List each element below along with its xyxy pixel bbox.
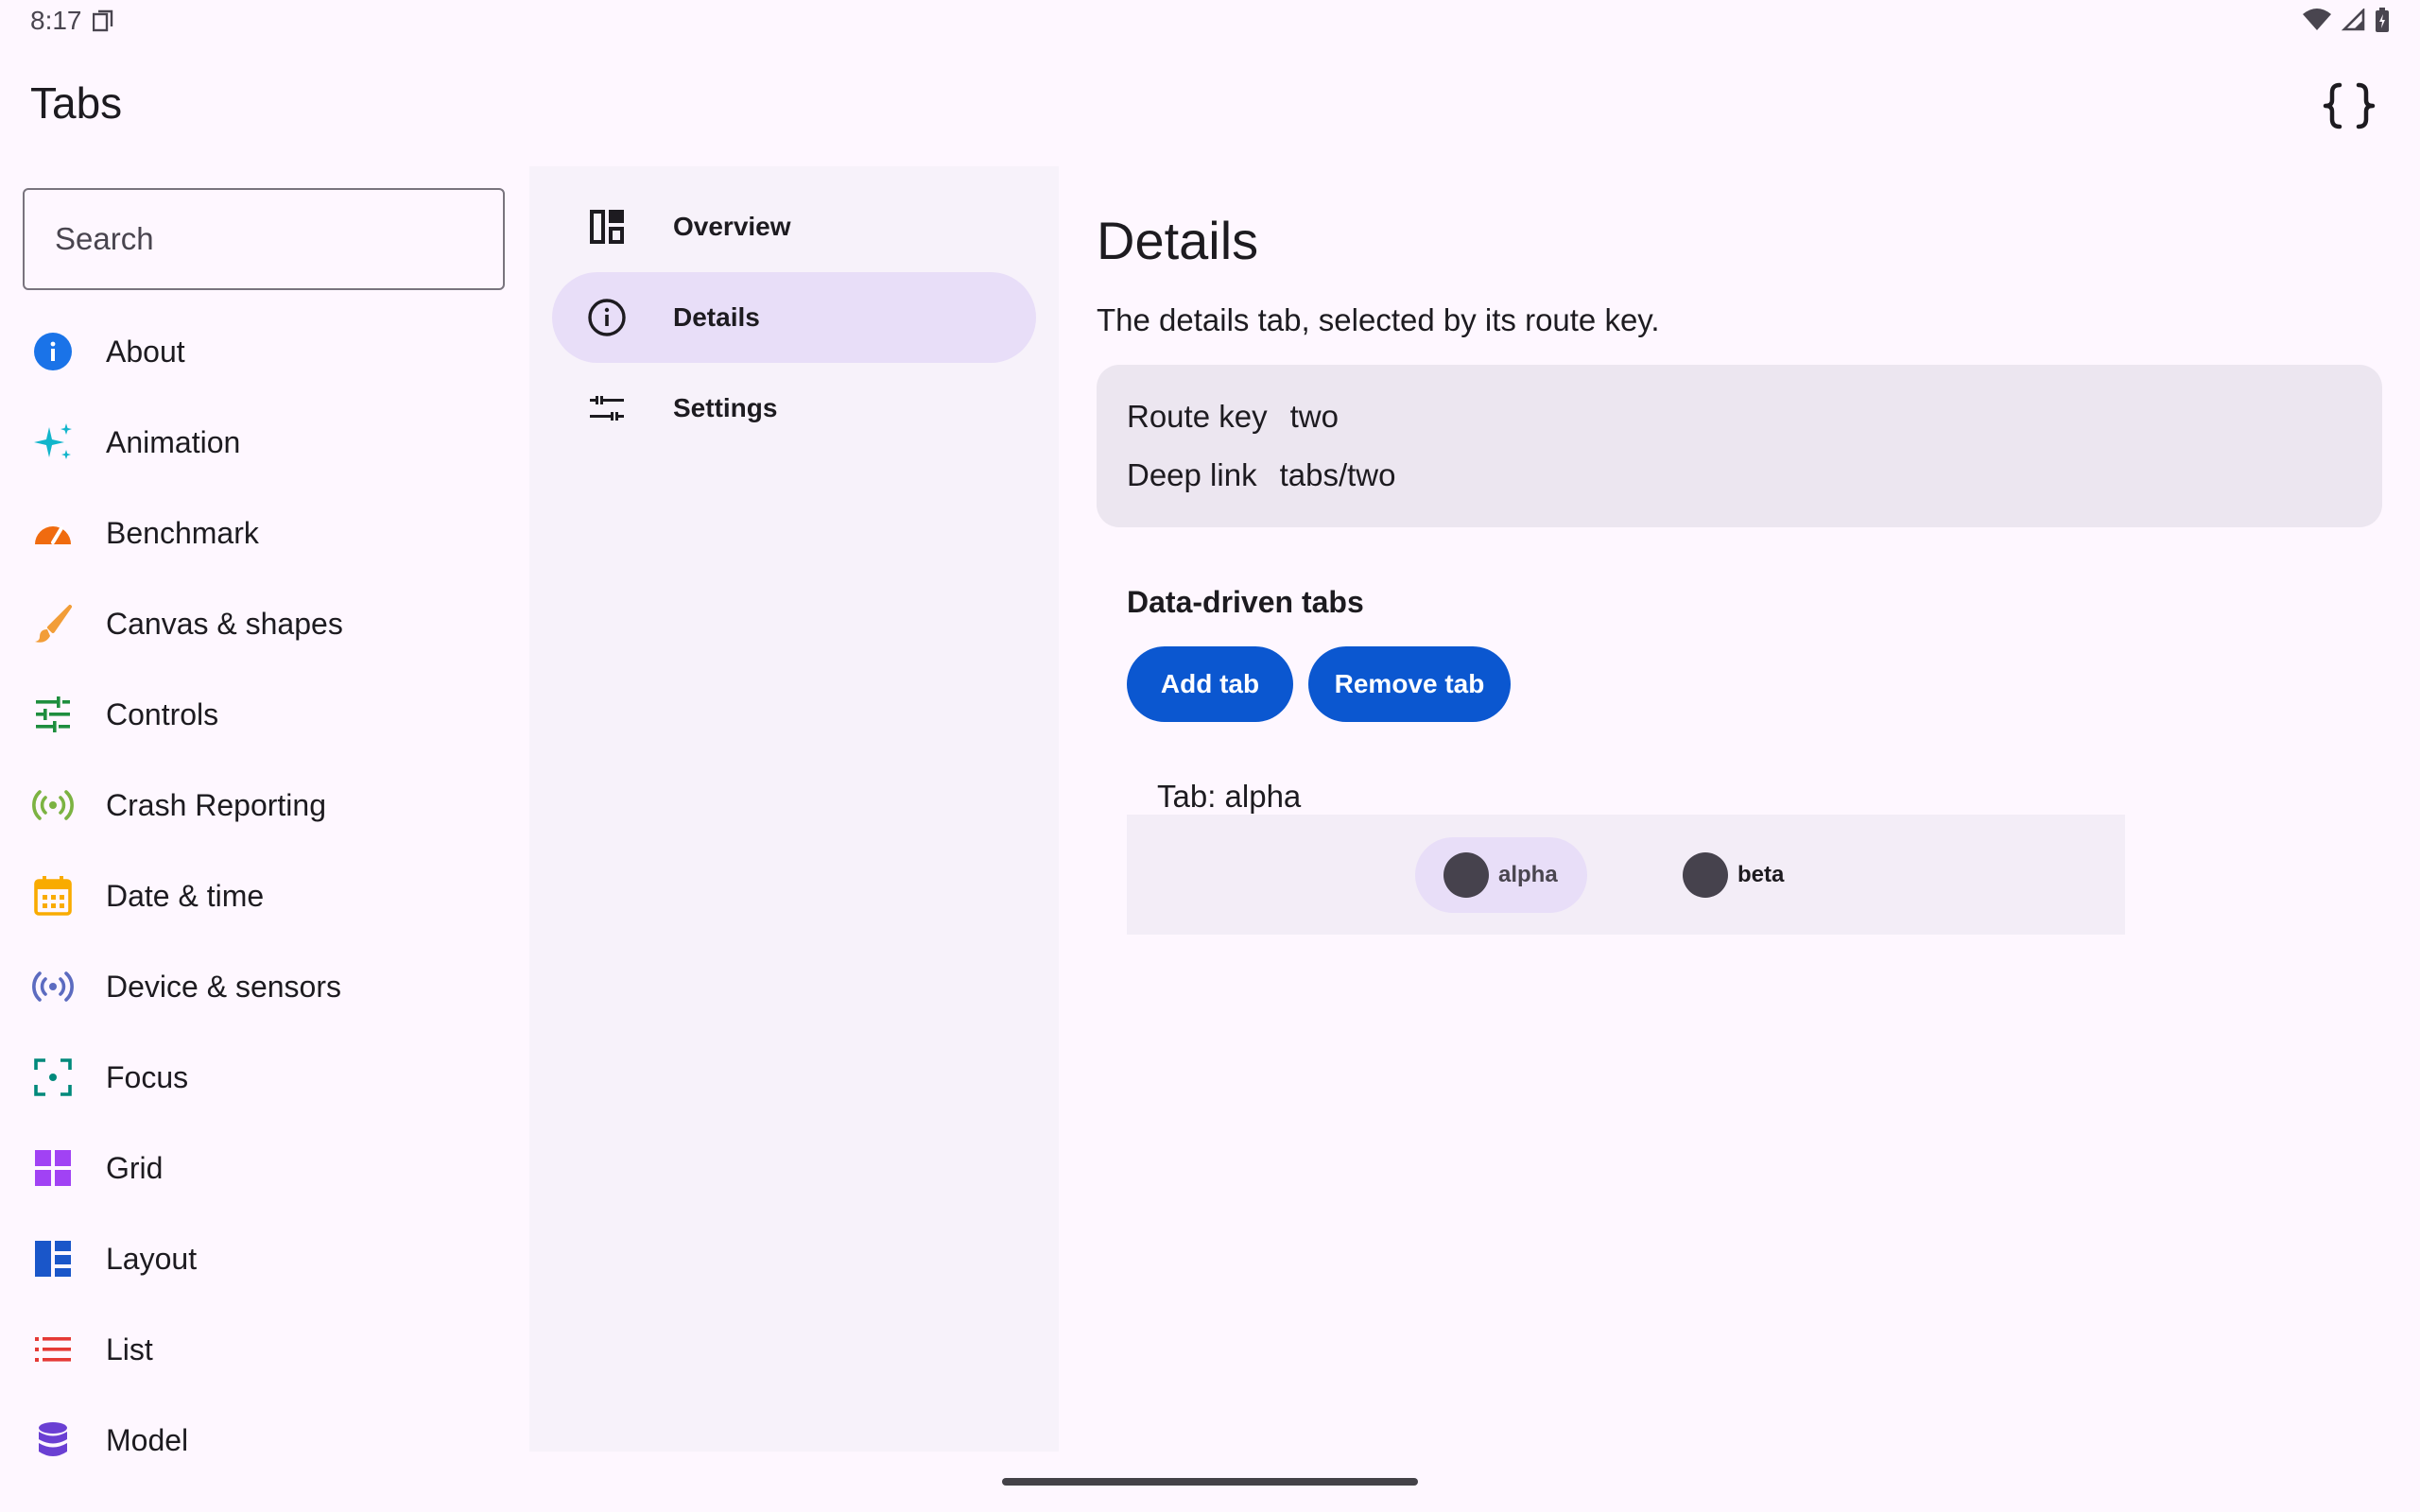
database-icon <box>32 1419 74 1461</box>
dynamic-tab-label: beta <box>1737 862 1785 887</box>
tab-overview[interactable]: Overview <box>552 181 1036 272</box>
code-braces-button[interactable] <box>2321 77 2377 134</box>
nav-item-label: Controls <box>106 696 219 731</box>
status-bar: 8:17 <box>0 0 2420 45</box>
nav-item-label: About <box>106 334 185 369</box>
nav-item-crash-reporting[interactable]: Crash Reporting <box>0 760 529 850</box>
nav-item-benchmark[interactable]: Benchmark <box>0 488 529 578</box>
nav-item-label: Crash Reporting <box>106 787 326 822</box>
nav-item-label: Date & time <box>106 878 265 913</box>
layout-icon <box>32 1238 74 1280</box>
nav-item-canvas-shapes[interactable]: Canvas & shapes <box>0 578 529 669</box>
focus-icon <box>32 1057 74 1098</box>
info-outline-icon <box>586 297 628 338</box>
screenshot-notification-icon <box>93 9 113 32</box>
info-icon <box>32 331 74 372</box>
cellular-signal-icon <box>2341 9 2365 31</box>
settings-sliders-icon <box>586 387 628 429</box>
nav-item-label: Layout <box>106 1241 198 1276</box>
nav-item-label: List <box>106 1332 153 1366</box>
nav-item-device-sensors[interactable]: Device & sensors <box>0 941 529 1032</box>
nav-item-grid[interactable]: Grid <box>0 1123 529 1213</box>
dynamic-tab-label: alpha <box>1498 862 1558 887</box>
nav-item-label: Animation <box>106 424 241 459</box>
route-key-row: Route key two <box>1127 399 1339 435</box>
nav-item-controls[interactable]: Controls <box>0 669 529 760</box>
search-input[interactable] <box>53 220 473 258</box>
tab-avatar-icon <box>1683 852 1728 898</box>
nav-item-list[interactable]: List <box>0 1304 529 1395</box>
nav-item-animation[interactable]: Animation <box>0 397 529 488</box>
status-icons <box>2303 8 2390 32</box>
deep-link-value: tabs/two <box>1279 457 1396 492</box>
code-braces-icon <box>2323 82 2376 129</box>
list-icon <box>32 1329 74 1370</box>
remove-tab-button[interactable]: Remove tab <box>1308 646 1511 722</box>
nav-item-model[interactable]: Model <box>0 1395 529 1486</box>
route-key-value: two <box>1289 399 1339 434</box>
nav-item-focus[interactable]: Focus <box>0 1032 529 1123</box>
route-info-card: Route key two Deep link tabs/two <box>1097 365 2382 527</box>
sensors-icon <box>32 966 74 1007</box>
home-indicator[interactable] <box>1002 1478 1418 1486</box>
deep-link-row: Deep link tabs/two <box>1127 457 1395 493</box>
brush-icon <box>32 603 74 644</box>
tab-avatar-icon <box>1443 852 1489 898</box>
nav-item-about[interactable]: About <box>0 306 529 397</box>
current-tab-caption: Tab: alpha <box>1157 779 1302 814</box>
nav-item-label: Canvas & shapes <box>106 606 343 641</box>
nav-item-layout[interactable]: Layout <box>0 1213 529 1304</box>
app-title: Tabs <box>30 78 123 128</box>
calendar-icon <box>32 875 74 917</box>
section-title: Data-driven tabs <box>1127 585 1364 619</box>
search-field[interactable] <box>23 188 505 290</box>
broadcast-icon <box>32 784 74 826</box>
detail-title: Details <box>1097 211 1259 270</box>
tab-navigation-pane: Overview Details Settings <box>529 166 1059 1452</box>
nav-item-label: Model <box>106 1422 189 1457</box>
tune-icon <box>32 694 74 735</box>
wifi-icon <box>2303 9 2331 30</box>
nav-item-label: Device & sensors <box>106 969 341 1004</box>
nav-item-label: Focus <box>106 1059 189 1094</box>
dynamic-tab-beta[interactable]: beta <box>1654 837 1806 913</box>
grid-icon <box>32 1147 74 1189</box>
tab-settings[interactable]: Settings <box>552 363 1036 454</box>
status-time: 8:17 <box>30 6 82 35</box>
battery-icon <box>2376 8 2389 32</box>
tab-label: Details <box>673 302 760 332</box>
tab-label: Settings <box>673 393 778 422</box>
detail-description: The details tab, selected by its route k… <box>1097 302 1660 337</box>
speedometer-icon <box>32 512 74 554</box>
deep-link-label: Deep link <box>1127 457 1257 492</box>
nav-list: About Animation Benchmark Canvas & shape… <box>0 306 529 1486</box>
dynamic-tab-alpha[interactable]: alpha <box>1415 837 1587 913</box>
dynamic-tab-strip: alpha beta <box>1127 815 2125 935</box>
route-key-label: Route key <box>1127 399 1268 434</box>
add-tab-button[interactable]: Add tab <box>1127 646 1293 722</box>
sparkle-icon <box>32 421 74 463</box>
nav-item-date-time[interactable]: Date & time <box>0 850 529 941</box>
dashboard-icon <box>586 206 628 248</box>
nav-item-label: Grid <box>106 1150 164 1185</box>
nav-item-label: Benchmark <box>106 515 259 550</box>
tab-details[interactable]: Details <box>552 272 1036 363</box>
tab-label: Overview <box>673 212 791 241</box>
